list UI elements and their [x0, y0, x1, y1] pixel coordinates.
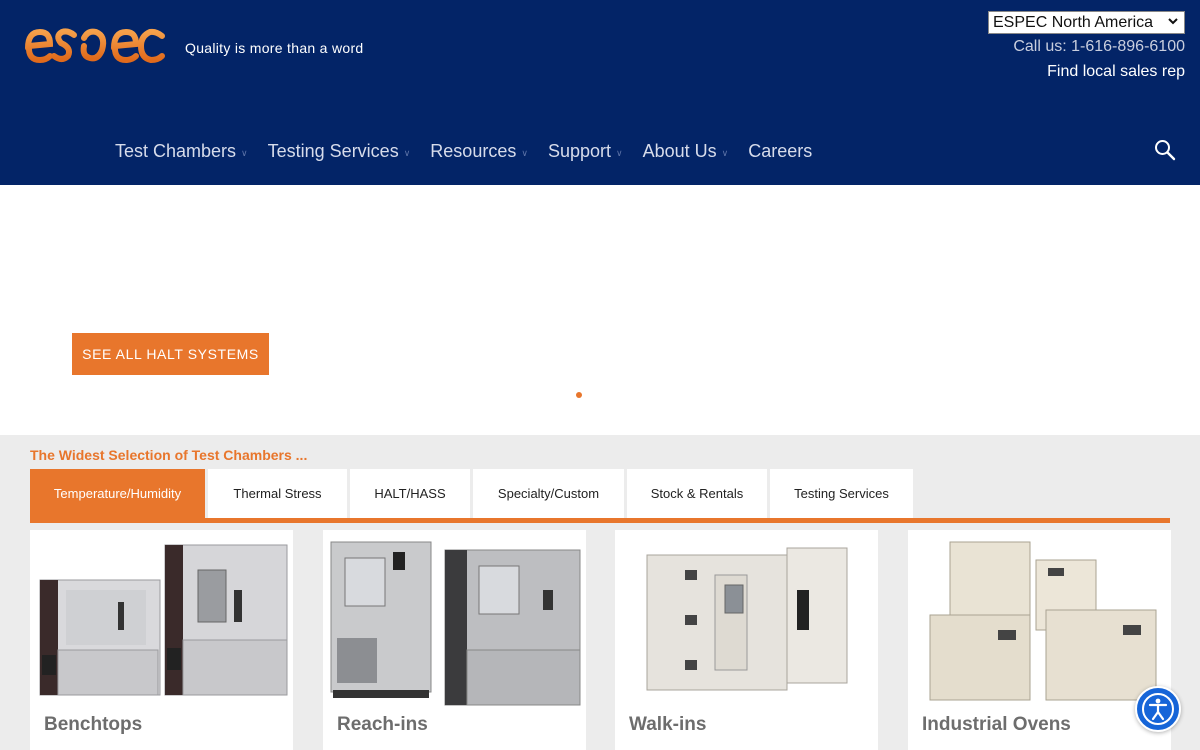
walk-ins-image — [646, 547, 848, 691]
accessibility-button[interactable] — [1135, 686, 1181, 732]
nav-label: Support — [547, 141, 611, 161]
accessibility-icon — [1142, 693, 1174, 725]
product-card-benchtops[interactable]: Benchtops — [30, 530, 293, 750]
product-card-label: Industrial Ovens — [922, 714, 1071, 735]
region-select-value: ESPEC North America — [993, 13, 1154, 31]
product-card-industrial-ovens[interactable]: Industrial Ovens — [908, 530, 1171, 750]
nav-label: Test Chambers — [115, 141, 237, 161]
nav-label: Careers — [748, 141, 813, 161]
nav-label: Testing Services — [267, 141, 399, 161]
product-card-label: Reach-ins — [337, 714, 428, 735]
hero-slider: SEE ALL HALT SYSTEMS — [0, 185, 1200, 435]
reach-ins-image — [330, 541, 581, 706]
tab-stock-rentals[interactable]: Stock & Rentals — [627, 469, 767, 518]
section-title: The Widest Selection of Test Chambers ..… — [30, 447, 308, 463]
chevron-down-icon: ∨ — [241, 147, 248, 158]
product-card-walk-ins[interactable]: Walk-ins — [615, 530, 878, 750]
product-card-reach-ins[interactable]: Reach-ins — [323, 530, 586, 750]
benchtops-image — [39, 544, 288, 696]
chevron-down-icon: ∨ — [521, 147, 528, 158]
slider-dot[interactable] — [576, 392, 582, 398]
industrial-ovens-image — [929, 541, 1157, 701]
nav-test-chambers[interactable]: Test Chambers ∨ — [115, 141, 248, 162]
products-section: The Widest Selection of Test Chambers ..… — [0, 435, 1200, 750]
call-us-link[interactable]: Call us: 1-616-896-6100 — [1013, 38, 1185, 56]
nav-testing-services[interactable]: Testing Services ∨ — [268, 141, 411, 162]
tab-underline — [30, 518, 1170, 523]
region-select[interactable]: ESPEC North America — [988, 11, 1185, 34]
espec-logo[interactable] — [24, 18, 169, 90]
product-card-label: Benchtops — [44, 714, 143, 735]
site-header: Quality is more than a word ESPEC North … — [0, 0, 1200, 185]
see-all-halt-systems-button[interactable]: SEE ALL HALT SYSTEMS — [72, 333, 269, 375]
chevron-down-icon — [1167, 15, 1179, 30]
tagline: Quality is more than a word — [185, 40, 364, 56]
search-icon[interactable] — [1153, 138, 1177, 162]
nav-resources[interactable]: Resources ∨ — [430, 141, 528, 162]
tab-temperature-humidity[interactable]: Temperature/Humidity — [30, 469, 205, 518]
tab-testing-services[interactable]: Testing Services — [770, 469, 913, 518]
nav-label: About Us — [642, 141, 717, 161]
chevron-down-icon: ∨ — [403, 147, 411, 158]
main-nav: Test Chambers ∨ Testing Services ∨ Resou… — [115, 141, 832, 162]
product-card-label: Walk-ins — [629, 714, 707, 735]
nav-careers[interactable]: Careers — [748, 141, 812, 162]
chevron-down-icon: ∨ — [721, 147, 729, 158]
tab-halt-hass[interactable]: HALT/HASS — [350, 469, 470, 518]
nav-label: Resources — [430, 141, 517, 161]
tab-thermal-stress[interactable]: Thermal Stress — [208, 469, 347, 518]
product-tabs: Temperature/Humidity Thermal Stress HALT… — [30, 469, 916, 518]
nav-about-us[interactable]: About Us ∨ — [643, 141, 729, 162]
nav-support[interactable]: Support ∨ — [548, 141, 623, 162]
find-sales-rep-link[interactable]: Find local sales rep — [1047, 63, 1185, 81]
tab-specialty-custom[interactable]: Specialty/Custom — [473, 469, 624, 518]
chevron-down-icon: ∨ — [615, 147, 623, 158]
